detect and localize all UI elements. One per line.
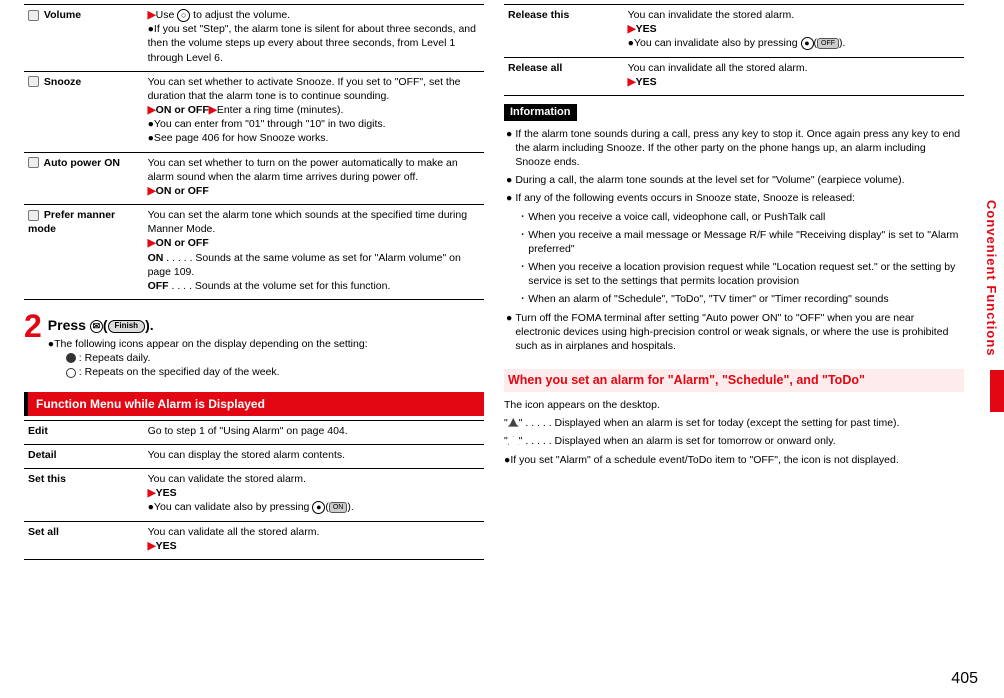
step-note: ●The following icons appear on the displ… (48, 337, 368, 351)
bell-filled-icon (508, 418, 519, 429)
row-label: Auto power ON (24, 152, 144, 205)
final-note: ●If you set "Alarm" of a schedule event/… (504, 453, 964, 467)
side-tab-stripe (990, 370, 1004, 412)
info-sub-2: When you receive a location provision re… (528, 260, 962, 288)
table-row: DetailYou can display the stored alarm c… (24, 444, 484, 468)
row-label: Snooze (24, 71, 144, 152)
step-note-text: ●The following icons appear on the displ… (48, 337, 368, 351)
row-label: Release this (504, 5, 624, 58)
alarm-settings-table: Volume▶Use ○ to adjust the volume.●If yo… (24, 4, 484, 300)
table-row: Auto power ONYou can set whether to turn… (24, 152, 484, 205)
table-row: Set thisYou can validate the stored alar… (24, 469, 484, 522)
setting-icon (28, 210, 39, 221)
table-row: SnoozeYou can set whether to activate Sn… (24, 71, 484, 152)
row-body: You can invalidate all the stored alarm.… (624, 57, 964, 95)
row-body: Go to step 1 of "Using Alarm" on page 40… (144, 420, 484, 444)
row-label: Set all (24, 521, 144, 559)
table-row: Release allYou can invalidate all the st… (504, 57, 964, 95)
info-3: Turn off the FOMA terminal after setting… (515, 311, 962, 354)
step-2: 2 Press ✉(Finish). ●The following icons … (24, 310, 484, 379)
info-0: If the alarm tone sounds during a call, … (515, 127, 962, 170)
desktop-icon-line: The icon appears on the desktop. (504, 398, 964, 412)
today-text: " . . . . . Displayed when an alarm is s… (519, 417, 900, 429)
information-header: Information (504, 104, 577, 121)
finish-pill: Finish (108, 320, 146, 333)
row-body: You can validate the stored alarm.▶YES●Y… (144, 469, 484, 522)
info-2: If any of the following events occurs in… (515, 191, 855, 205)
onward-line: "" . . . . . Displayed when an alarm is … (504, 434, 964, 448)
weekly-text: : Repeats on the specified day of the we… (79, 366, 280, 378)
step-title-c: ). (145, 317, 154, 333)
row-label: Prefer manner mode (24, 205, 144, 300)
repeat-daily-line: : Repeats daily. (66, 351, 368, 365)
info-1: During a call, the alarm tone sounds at … (515, 173, 904, 187)
repeat-weekly-line: : Repeats on the specified day of the we… (66, 365, 368, 379)
mail-button-icon: ✉ (90, 320, 103, 333)
row-label: Set this (24, 469, 144, 522)
function-menu-header: Function Menu while Alarm is Displayed (24, 392, 484, 416)
release-table: Release thisYou can invalidate the store… (504, 4, 964, 96)
daily-text: : Repeats daily. (79, 352, 151, 364)
information-block: ●If the alarm tone sounds during a call,… (504, 125, 964, 361)
daily-icon (66, 353, 76, 363)
info-sub-0: When you receive a voice call, videophon… (528, 210, 825, 224)
table-row: Release thisYou can invalidate the store… (504, 5, 964, 58)
row-body: You can invalidate the stored alarm.▶YES… (624, 5, 964, 58)
row-label: Volume (24, 5, 144, 72)
page-number: 405 (951, 668, 978, 690)
row-body: You can display the stored alarm content… (144, 444, 484, 468)
setting-icon (28, 76, 39, 87)
row-body: You can set whether to activate Snooze. … (144, 71, 484, 152)
weekly-icon (66, 368, 76, 378)
onward-text: " . . . . . Displayed when an alarm is s… (519, 435, 836, 447)
table-row: Volume▶Use ○ to adjust the volume.●If yo… (24, 5, 484, 72)
row-body: You can set whether to turn on the power… (144, 152, 484, 205)
row-label: Detail (24, 444, 144, 468)
setting-icon (28, 157, 39, 168)
info-sub-1: When you receive a mail message or Messa… (528, 228, 962, 256)
row-body: ▶Use ○ to adjust the volume.●If you set … (144, 5, 484, 72)
table-row: Prefer manner modeYou can set the alarm … (24, 205, 484, 300)
when-set-alarm-header: When you set an alarm for "Alarm", "Sche… (504, 369, 964, 392)
row-label: Edit (24, 420, 144, 444)
bell-outline-icon (508, 436, 519, 447)
table-row: EditGo to step 1 of "Using Alarm" on pag… (24, 420, 484, 444)
row-body: You can set the alarm tone which sounds … (144, 205, 484, 300)
step-number: 2 (24, 310, 42, 342)
info-sub-3: When an alarm of "Schedule", "ToDo", "TV… (528, 292, 888, 306)
row-body: You can validate all the stored alarm.▶Y… (144, 521, 484, 559)
today-line: "" . . . . . Displayed when an alarm is … (504, 416, 964, 430)
side-tab-label: Convenient Functions (982, 200, 1000, 357)
setting-icon (28, 10, 39, 21)
step-title-b: ( (103, 317, 108, 333)
step-title: Press ✉(Finish). (48, 316, 368, 335)
step-title-a: Press (48, 317, 86, 333)
row-label: Release all (504, 57, 624, 95)
table-row: Set allYou can validate all the stored a… (24, 521, 484, 559)
function-menu-table: EditGo to step 1 of "Using Alarm" on pag… (24, 420, 484, 560)
